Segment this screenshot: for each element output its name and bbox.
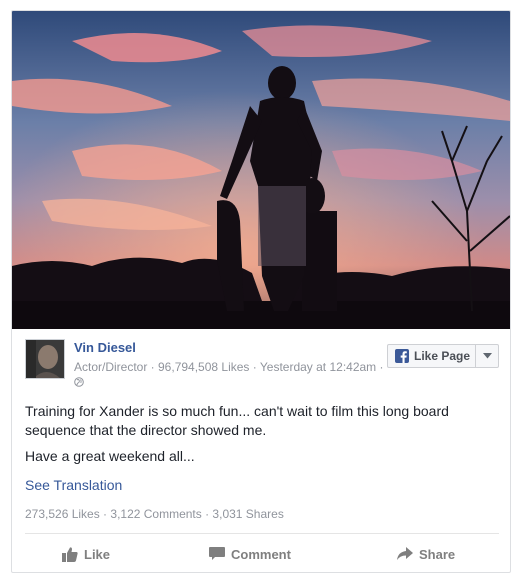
action-bar: Like Comment Share [12, 541, 510, 567]
page-name-link[interactable]: Vin Diesel [74, 340, 136, 355]
like-label: Like [84, 546, 111, 562]
share-button[interactable]: Share [397, 541, 455, 567]
like-page-dropdown[interactable] [476, 345, 498, 367]
share-label: Share [419, 546, 456, 562]
facebook-icon [395, 349, 409, 363]
post-meta: Actor/Director · 96,794,508 Likes · Yest… [74, 360, 384, 374]
chevron-down-icon [482, 353, 492, 359]
avatar[interactable] [25, 339, 65, 379]
comment-bubble-icon [209, 547, 225, 560]
share-arrow-icon [397, 547, 413, 560]
post-text-line: Training for Xander is so much fun... ca… [25, 403, 449, 438]
post-text-line: Have a great weekend all... [25, 448, 195, 464]
like-page-main[interactable]: Like Page [388, 345, 476, 367]
globe-icon [74, 377, 84, 387]
profile-photo [26, 340, 64, 378]
thumbs-up-icon [62, 547, 78, 562]
post-stats[interactable]: 273,526 Likes · 3,122 Comments · 3,031 S… [25, 507, 284, 521]
sunset-silhouette-image [12, 11, 510, 329]
see-translation-link[interactable]: See Translation [25, 477, 122, 493]
comment-button[interactable]: Comment [209, 541, 291, 567]
post-card: Vin Diesel Actor/Director · 96,794,508 L… [11, 10, 511, 573]
like-page-label: Like Page [414, 349, 471, 363]
divider [25, 533, 499, 534]
post-photo[interactable] [12, 11, 510, 329]
comment-label: Comment [231, 546, 291, 562]
like-button[interactable]: Like [62, 541, 110, 567]
like-page-button[interactable]: Like Page [387, 344, 499, 368]
post-text: Training for Xander is so much fun... ca… [25, 402, 495, 473]
